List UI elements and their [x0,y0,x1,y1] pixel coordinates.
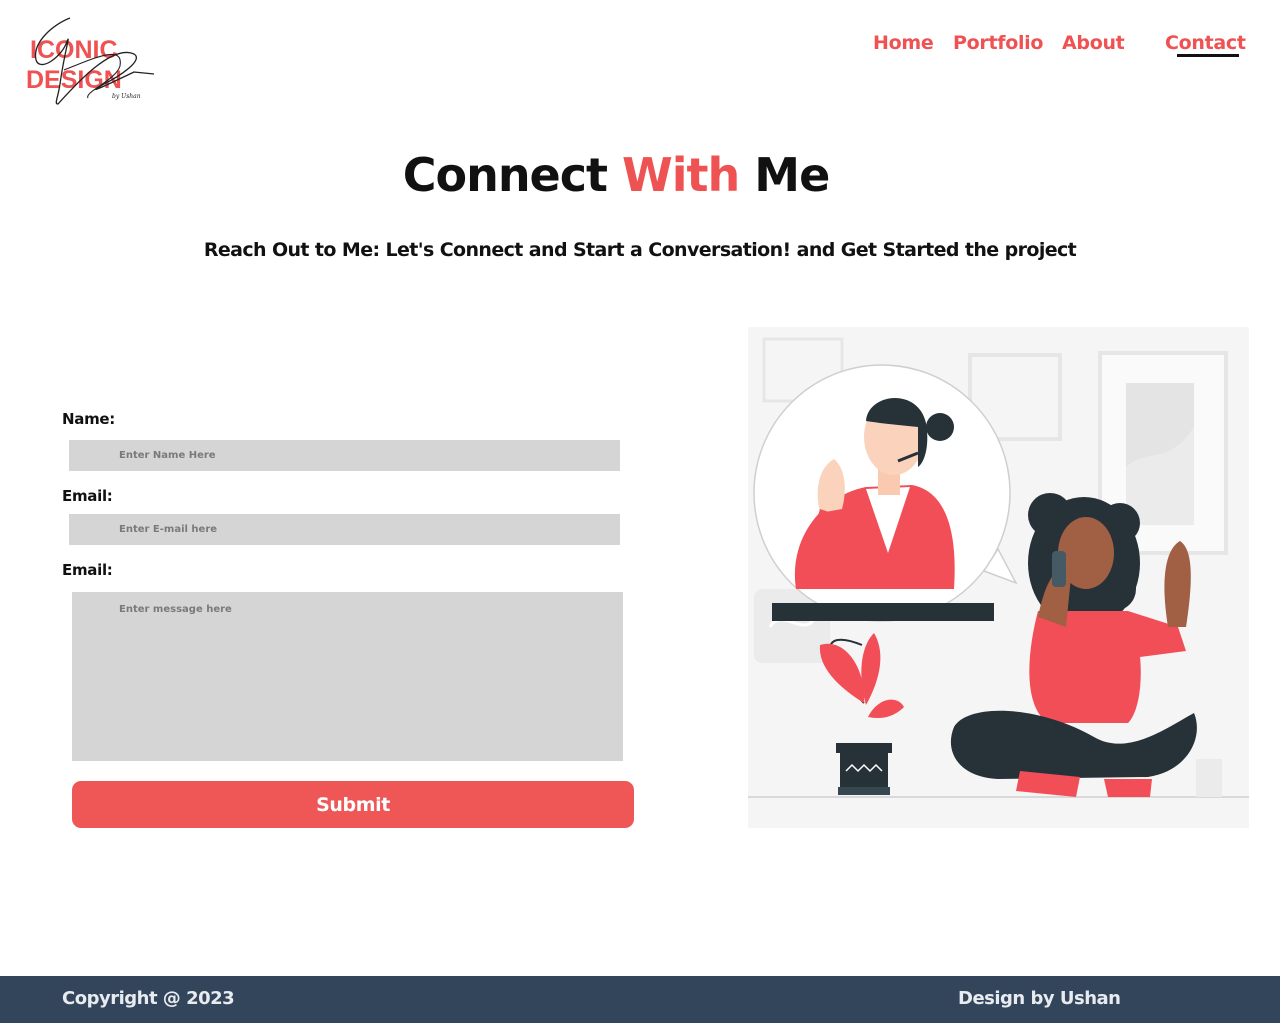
title-part1: Connect [402,148,608,202]
footer-credit: Design by Ushan [958,988,1121,1009]
page-title: Connect With Me [0,146,1232,204]
logo-mark: ICONIC DESIGN by Ushan [26,17,155,105]
nav-about[interactable]: About [1062,30,1125,56]
footer-copyright: Copyright @ 2023 [62,988,235,1009]
message-label: Email: [62,561,113,579]
nav-contact[interactable]: Contact [1165,30,1246,56]
name-input[interactable] [69,440,620,471]
nav-portfolio[interactable]: Portfolio [953,30,1043,56]
title-accent: With [622,148,740,202]
logo-signature: by Ushan [112,93,141,100]
contact-illustration [748,327,1249,828]
email-input[interactable] [69,514,620,545]
email-label: Email: [62,487,113,505]
page-subtitle: Reach Out to Me: Let's Connect and Start… [203,239,1077,261]
name-label: Name: [62,410,115,428]
title-part2: Me [754,148,830,202]
message-textarea[interactable] [72,592,623,761]
logo[interactable]: ICONIC DESIGN by Ushan [24,14,158,110]
nav-active-indicator [1177,54,1239,57]
footer: Copyright @ 2023 Design by Ushan [0,976,1280,1023]
main-nav: Home Portfolio About Contact [0,30,1280,60]
contact-call-illustration-icon [748,327,1249,828]
submit-button[interactable]: Submit [72,781,634,828]
nav-home[interactable]: Home [873,30,934,56]
